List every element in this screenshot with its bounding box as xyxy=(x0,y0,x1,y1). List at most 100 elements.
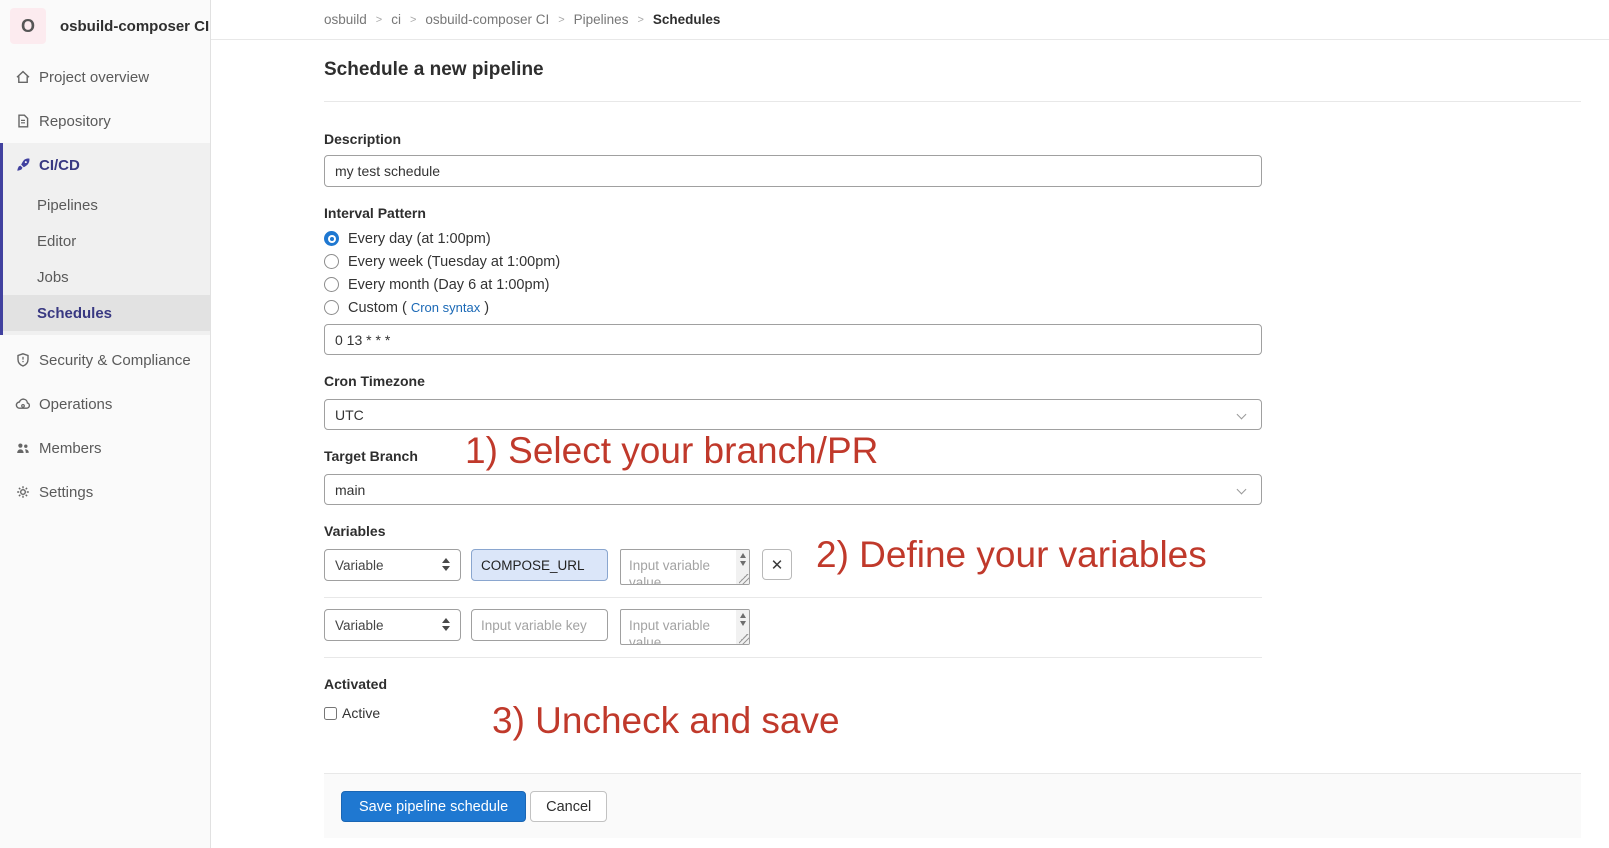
breadcrumb-separator: > xyxy=(410,14,416,26)
sidebar-item-settings[interactable]: Settings xyxy=(0,470,210,514)
variable-key-input[interactable] xyxy=(471,609,608,641)
radio-label: Every week (Tuesday at 1:00pm) xyxy=(348,254,560,270)
target-branch-select[interactable]: main xyxy=(324,474,1262,505)
cloud-gear-icon xyxy=(15,396,31,412)
variable-value-textarea[interactable]: Input variable value xyxy=(620,609,750,645)
description-input[interactable] xyxy=(324,155,1262,187)
variable-type-value: Variable xyxy=(335,618,384,633)
sidebar-item-label: Repository xyxy=(39,113,111,130)
breadcrumb-item-osbuild[interactable]: osbuild xyxy=(324,12,367,27)
resize-grip-icon[interactable] xyxy=(739,634,749,644)
variable-type-value: Variable xyxy=(335,558,384,573)
sidebar-item-label: Jobs xyxy=(37,269,69,286)
radio-icon[interactable] xyxy=(324,277,339,292)
interval-pattern-options: Every day (at 1:00pm) Every week (Tuesda… xyxy=(324,230,1581,316)
variable-value-placeholder: Input variable value xyxy=(629,557,724,585)
cron-timezone-value: UTC xyxy=(335,407,364,423)
sidebar-item-cicd[interactable]: CI/CD xyxy=(3,143,210,187)
people-icon xyxy=(15,440,31,456)
sidebar-item-label: Members xyxy=(39,440,102,457)
radio-label: Custom ( xyxy=(348,300,407,316)
breadcrumb-item-project[interactable]: osbuild-composer CI xyxy=(425,12,549,27)
variable-row: Variable Input variable value ✕ xyxy=(324,549,1581,585)
project-avatar: O xyxy=(10,8,46,44)
gear-icon xyxy=(15,484,31,500)
sidebar-item-label: Operations xyxy=(39,396,112,413)
sidebar-item-repository[interactable]: Repository xyxy=(0,99,210,143)
radio-label: ) xyxy=(484,300,489,316)
variables-label: Variables xyxy=(324,523,1581,539)
cron-syntax-link[interactable]: Cron syntax xyxy=(411,300,480,315)
sidebar-item-pipelines[interactable]: Pipelines xyxy=(3,187,210,223)
sidebar-item-label: Settings xyxy=(39,484,93,501)
cicd-section: CI/CD Pipelines Editor Jobs Schedules xyxy=(0,143,210,335)
breadcrumb-separator: > xyxy=(637,14,643,26)
main-area: osbuild > ci > osbuild-composer CI > Pip… xyxy=(211,0,1609,838)
radio-label: Every day (at 1:00pm) xyxy=(348,231,491,247)
breadcrumb-item-schedules: Schedules xyxy=(653,12,721,27)
project-sidebar: O osbuild-composer CI Project overview R… xyxy=(0,0,211,848)
project-header[interactable]: O osbuild-composer CI xyxy=(0,0,210,52)
target-branch-label: Target Branch xyxy=(324,448,1581,464)
page-title: Schedule a new pipeline xyxy=(324,60,1581,80)
target-branch-value: main xyxy=(335,482,365,498)
breadcrumb: osbuild > ci > osbuild-composer CI > Pip… xyxy=(211,0,1609,40)
document-icon xyxy=(15,113,31,129)
sidebar-item-jobs[interactable]: Jobs xyxy=(3,259,210,295)
sidebar-item-editor[interactable]: Editor xyxy=(3,223,210,259)
variable-type-select[interactable]: Variable xyxy=(324,609,461,641)
sidebar-item-label: Security & Compliance xyxy=(39,352,191,369)
sidebar-item-label: Schedules xyxy=(37,305,112,322)
sidebar-item-label: Pipelines xyxy=(37,197,98,214)
sidebar-item-project-overview[interactable]: Project overview xyxy=(0,55,210,99)
project-title: osbuild-composer CI xyxy=(60,18,209,35)
variable-value-textarea[interactable]: Input variable value xyxy=(620,549,750,585)
sidebar-item-label: Project overview xyxy=(39,69,149,86)
breadcrumb-separator: > xyxy=(558,14,564,26)
chevron-down-icon xyxy=(1237,410,1247,420)
form-actions: Save pipeline schedule Cancel xyxy=(324,773,1581,838)
cron-timezone-select[interactable]: UTC xyxy=(324,399,1262,430)
cron-pattern-input[interactable] xyxy=(324,324,1262,355)
resize-grip-icon[interactable] xyxy=(739,574,749,584)
chevron-down-icon xyxy=(1237,485,1247,495)
sidebar-item-security-compliance[interactable]: Security & Compliance xyxy=(0,338,210,382)
radio-custom[interactable]: Custom ( Cron syntax ) xyxy=(324,299,1581,316)
cancel-button[interactable]: Cancel xyxy=(530,791,607,822)
active-checkbox-label: Active xyxy=(342,705,380,721)
radio-icon[interactable] xyxy=(324,231,339,246)
radio-every-week[interactable]: Every week (Tuesday at 1:00pm) xyxy=(324,253,1581,270)
radio-every-day[interactable]: Every day (at 1:00pm) xyxy=(324,230,1581,247)
sidebar-item-schedules[interactable]: Schedules xyxy=(3,295,210,331)
title-divider xyxy=(324,101,1581,102)
description-label: Description xyxy=(324,131,1581,147)
save-pipeline-schedule-button[interactable]: Save pipeline schedule xyxy=(341,791,526,822)
sidebar-nav: Project overview Repository CI/CD xyxy=(0,55,210,514)
cron-timezone-label: Cron Timezone xyxy=(324,373,1581,389)
variable-value-placeholder: Input variable value xyxy=(629,617,724,645)
activated-label: Activated xyxy=(324,676,1581,692)
rocket-icon xyxy=(15,157,31,173)
sidebar-item-label: Editor xyxy=(37,233,76,250)
radio-icon[interactable] xyxy=(324,254,339,269)
interval-pattern-label: Interval Pattern xyxy=(324,205,1581,221)
radio-icon[interactable] xyxy=(324,300,339,315)
up-down-icon xyxy=(442,558,450,571)
remove-variable-button[interactable]: ✕ xyxy=(762,549,792,580)
home-icon xyxy=(15,69,31,85)
breadcrumb-item-ci[interactable]: ci xyxy=(391,12,401,27)
breadcrumb-separator: > xyxy=(376,14,382,26)
radio-every-month[interactable]: Every month (Day 6 at 1:00pm) xyxy=(324,276,1581,293)
variable-row: Variable Input variable value xyxy=(324,609,1581,645)
variables-divider xyxy=(324,597,1262,598)
activated-divider xyxy=(324,657,1262,658)
sidebar-item-operations[interactable]: Operations xyxy=(0,382,210,426)
up-down-icon xyxy=(442,618,450,631)
variable-key-input[interactable] xyxy=(471,549,608,581)
active-checkbox[interactable] xyxy=(324,707,337,720)
sidebar-item-members[interactable]: Members xyxy=(0,426,210,470)
active-checkbox-row[interactable]: Active xyxy=(324,705,1581,721)
breadcrumb-item-pipelines[interactable]: Pipelines xyxy=(574,12,629,27)
variable-type-select[interactable]: Variable xyxy=(324,549,461,581)
radio-label: Every month (Day 6 at 1:00pm) xyxy=(348,277,549,293)
